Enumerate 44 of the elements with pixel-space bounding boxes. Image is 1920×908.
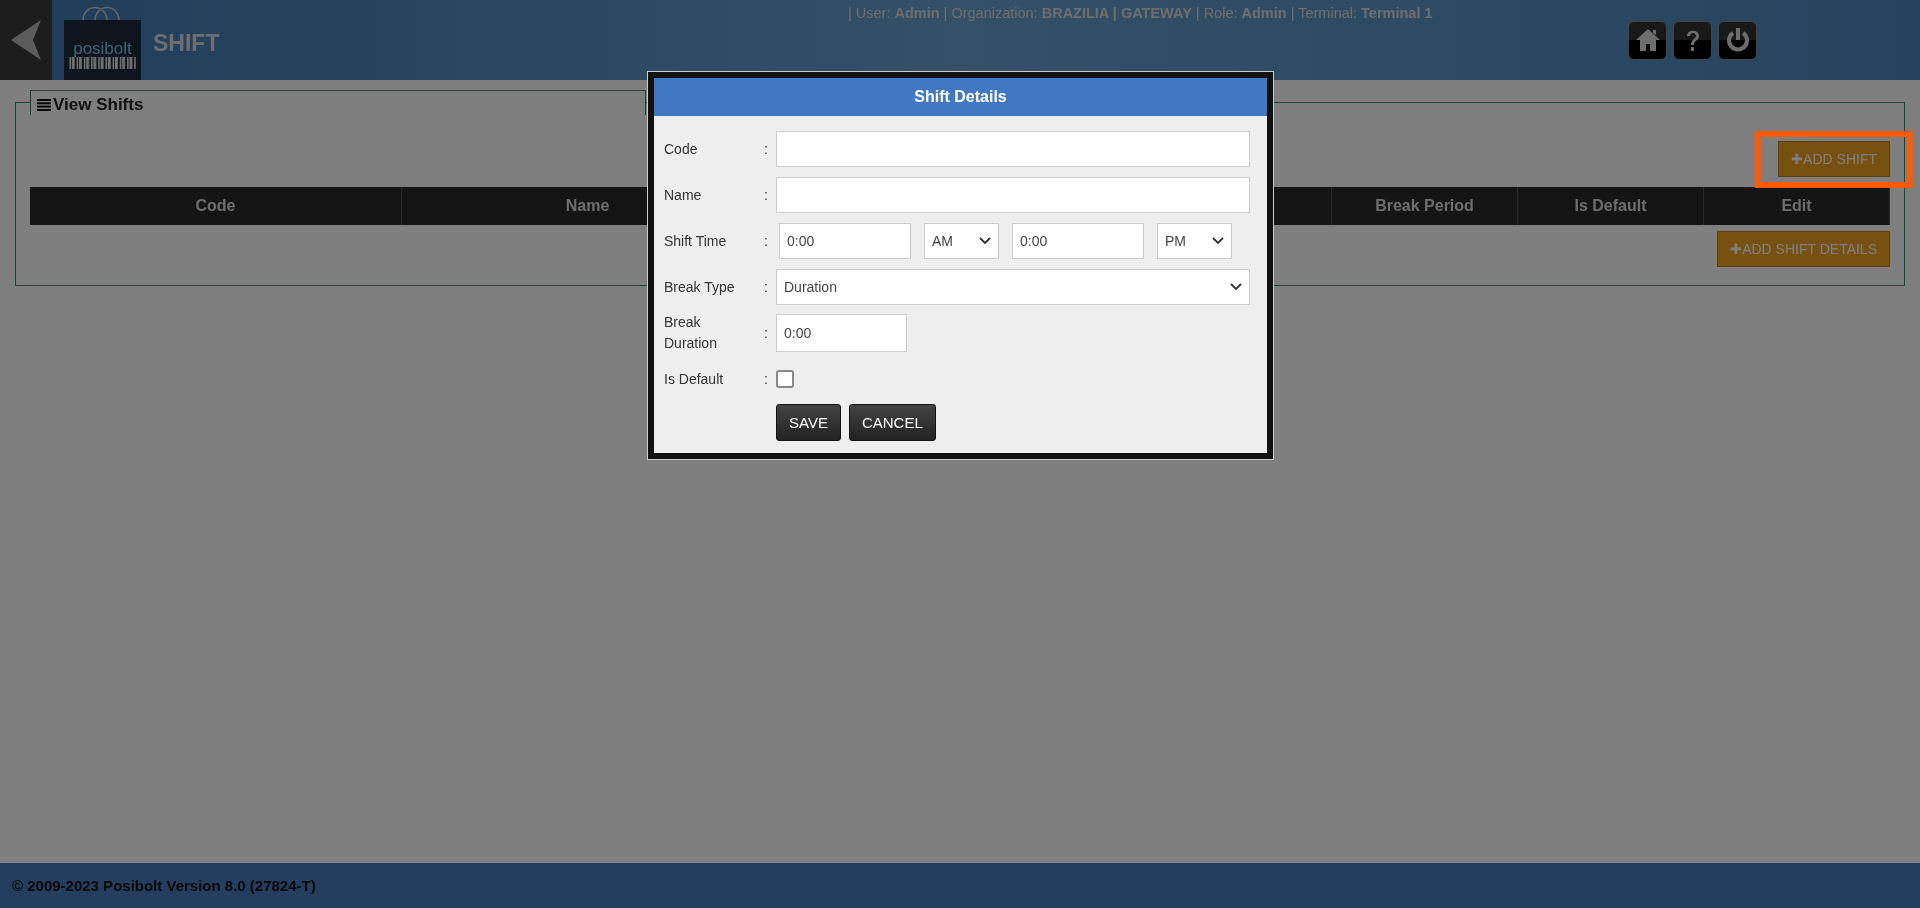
field-label: Name: [664, 185, 703, 205]
field-label: Break Type: [664, 277, 736, 297]
list-icon: [37, 99, 51, 111]
home-button[interactable]: [1628, 20, 1667, 60]
back-button[interactable]: [0, 0, 52, 80]
save-button[interactable]: SAVE: [776, 404, 841, 441]
period-dropdown[interactable]: PM: [1157, 223, 1232, 259]
start-time-field[interactable]: 0:00: [779, 223, 911, 259]
period-dropdown[interactable]: AM: [924, 223, 999, 259]
cancel-button[interactable]: CANCEL: [848, 404, 936, 441]
column-header: Edit: [1704, 187, 1890, 225]
duration-field[interactable]: 0:00: [776, 314, 907, 352]
back-arrow-icon: [9, 18, 43, 62]
chevron-icon: [1212, 237, 1224, 245]
page-title: SHIFT: [153, 29, 220, 57]
chevron-icon: [1230, 283, 1242, 291]
field-label: Shift Time: [664, 231, 728, 251]
field-label: Break Duration: [664, 313, 718, 353]
colon: :: [764, 371, 769, 387]
field-label: Is Default: [664, 369, 725, 389]
power-icon: [1724, 27, 1751, 53]
colon: :: [764, 325, 769, 341]
field-label: Code: [664, 139, 699, 159]
colon: :: [764, 279, 769, 295]
colon: :: [764, 141, 769, 157]
barcode-icon: [68, 57, 137, 69]
colon: :: [764, 187, 769, 203]
home-icon: [1634, 27, 1661, 53]
text-field[interactable]: [776, 131, 1250, 167]
text-field[interactable]: [776, 177, 1250, 213]
help-button[interactable]: [1673, 20, 1712, 60]
colon: :: [764, 233, 769, 249]
column-header: Break Period: [1332, 187, 1518, 225]
column-header: Code: [30, 187, 402, 225]
default-checkbox[interactable]: [776, 370, 794, 388]
end-time-field[interactable]: 0:00: [1012, 223, 1144, 259]
logo-text: posibolt: [73, 40, 132, 57]
copyright-text: © 2009-2023 Posibolt Version 8.0 (27824-T): [12, 877, 316, 894]
chevron-icon: [979, 237, 991, 245]
panel-title-text: View Shifts: [53, 95, 144, 115]
break-type-dropdown[interactable]: Duration: [776, 269, 1250, 305]
power-button[interactable]: [1718, 20, 1757, 60]
column-header: Is Default: [1518, 187, 1704, 225]
dialog-title: Shift Details: [654, 78, 1267, 116]
